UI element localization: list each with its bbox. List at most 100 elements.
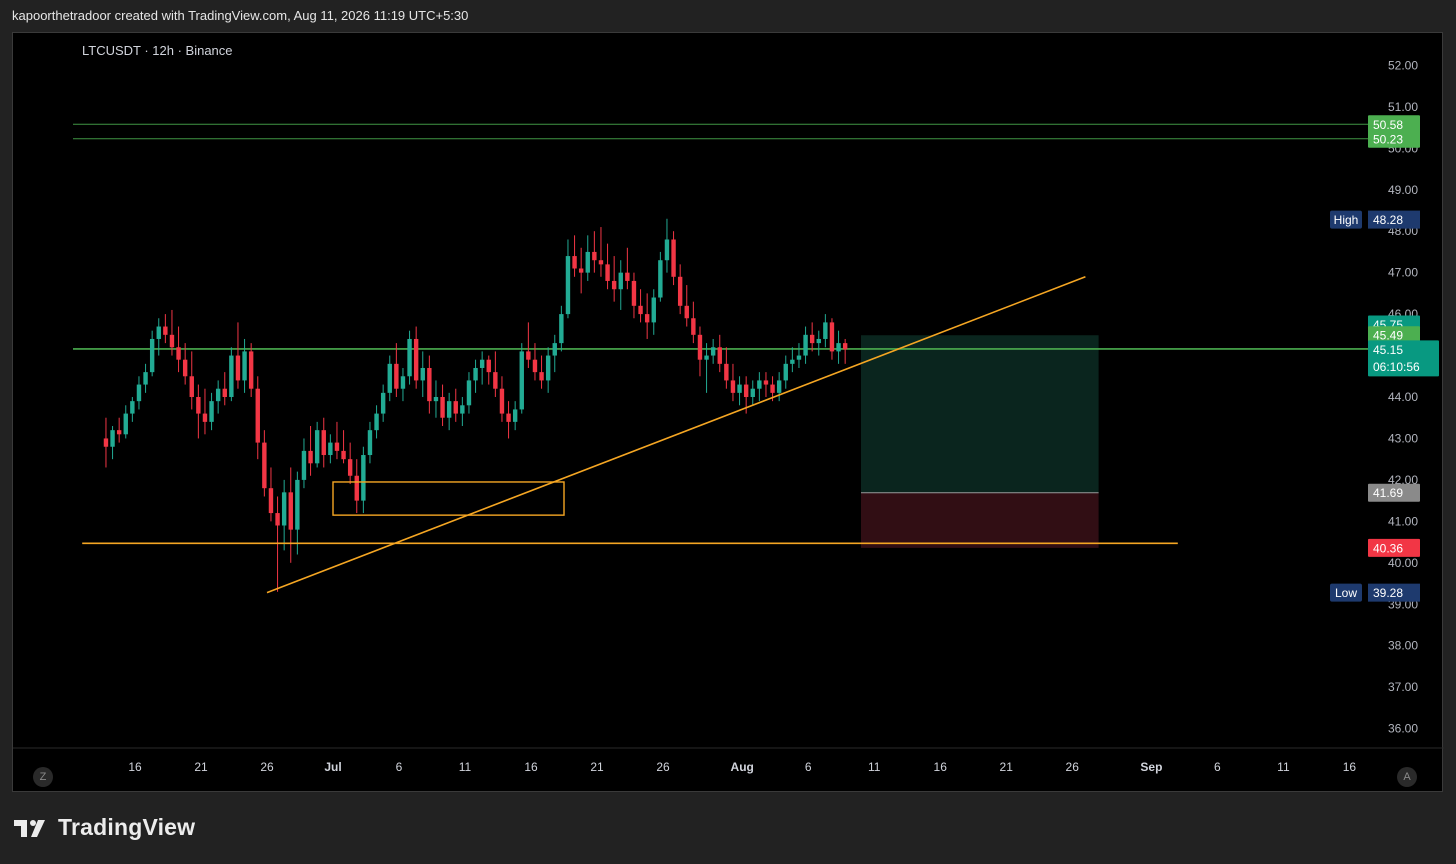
y-tick-label-14: 38.00	[1388, 639, 1418, 653]
y-tick-label-1: 51.00	[1388, 100, 1418, 114]
candle-body-86	[671, 239, 676, 277]
candle-body-34	[328, 442, 333, 456]
candle-body-0	[103, 438, 109, 447]
candle-body-71	[572, 256, 577, 269]
candle-body-20	[235, 355, 241, 381]
low-tag-label: Low	[1335, 586, 1357, 600]
candle-body-107	[809, 334, 815, 344]
candle-body-102	[776, 380, 782, 393]
x-tick-label-14: 26	[1066, 760, 1080, 774]
candle-body-58	[486, 359, 491, 373]
candle-body-90	[697, 334, 703, 360]
candle-body-6	[143, 372, 148, 385]
candle-body-55	[466, 380, 472, 406]
x-tick-label-13: 21	[1000, 760, 1014, 774]
candle-body-28	[288, 492, 293, 530]
candle-body-92	[710, 347, 716, 356]
candle-body-97	[743, 384, 749, 397]
candle-body-79	[625, 272, 630, 281]
x-tick-label-17: 11	[1277, 760, 1290, 774]
x-tick-label-2: 26	[260, 760, 274, 774]
candle-body-87	[677, 276, 683, 306]
price-chart[interactable]: LTCUSDT · 12h · Binance52.0051.0050.0049…	[13, 33, 1444, 793]
y-tick-label-9: 43.00	[1388, 431, 1418, 445]
candle-body-35	[334, 442, 340, 451]
position-loss-zone	[861, 492, 1099, 548]
candle-body-77	[611, 280, 617, 290]
x-tick-label-9: Aug	[731, 760, 754, 774]
candle-body-57	[479, 359, 485, 368]
price-label-0: 50.58	[1373, 118, 1403, 132]
candle-body-80	[631, 280, 637, 306]
candle-body-84	[658, 260, 663, 298]
x-tick-label-7: 21	[590, 760, 604, 774]
price-label-6: 41.69	[1373, 486, 1403, 500]
candle-body-39	[361, 455, 366, 501]
candle-body-3	[123, 413, 128, 435]
candle-body-45	[400, 376, 406, 389]
candle-body-110	[829, 322, 835, 352]
price-label-1: 50.23	[1373, 132, 1403, 146]
x-tick-label-3: Jul	[324, 760, 341, 774]
candle-body-94	[724, 363, 729, 381]
candle-body-67	[545, 355, 551, 381]
price-label-7: 40.36	[1373, 541, 1403, 555]
candle-body-49	[427, 367, 432, 402]
candle-body-81	[638, 305, 643, 315]
high-tag-label: High	[1334, 213, 1359, 227]
tradingview-brand: TradingView	[58, 814, 196, 840]
candle-body-40	[367, 430, 373, 456]
candle-body-8	[156, 326, 161, 339]
demand-zone-box	[332, 481, 565, 516]
candle-body-33	[321, 430, 326, 456]
candle-body-13	[189, 376, 194, 397]
candle-body-72	[578, 268, 584, 273]
candle-body-51	[440, 397, 445, 418]
chart-attribution: kapoorthetradoor created with TradingVie…	[12, 8, 469, 23]
candle-body-60	[499, 388, 505, 414]
y-tick-label-0: 52.00	[1388, 58, 1418, 72]
candle-body-38	[354, 475, 359, 501]
candle-body-27	[281, 492, 287, 526]
candle-body-75	[598, 260, 604, 265]
candle-body-10	[169, 334, 175, 348]
position-profit-zone	[861, 335, 1099, 493]
low-value-label: 39.28	[1373, 586, 1403, 600]
candle-body-25	[268, 488, 274, 514]
chart-panel[interactable]: LTCUSDT · 12h · Binance 52.00 51.00 50.00 49…	[12, 32, 1444, 793]
candle-body-46	[407, 338, 412, 377]
candle-body-2	[116, 430, 122, 435]
candle-body-43	[387, 363, 392, 393]
auto-scale-a-button[interactable]: A	[1397, 767, 1417, 787]
y-tick-label-8: 44.00	[1388, 390, 1418, 404]
tradingview-logo: TradingView	[14, 814, 195, 841]
candle-body-5	[136, 384, 142, 402]
chart-title: LTCUSDT · 12h · Binance	[82, 43, 233, 58]
candle-body-100	[763, 380, 769, 385]
candle-body-96	[737, 384, 742, 393]
candle-body-30	[301, 450, 307, 480]
candle-body-29	[295, 479, 300, 530]
candle-body-18	[222, 388, 227, 397]
candle-body-78	[618, 272, 623, 290]
candle-body-66	[539, 372, 544, 381]
candle-body-70	[565, 256, 571, 315]
candle-body-68	[552, 343, 557, 356]
x-tick-label-8: 26	[656, 760, 670, 774]
candle-body-36	[341, 450, 346, 460]
candle-body-106	[803, 334, 808, 356]
candle-body-21	[242, 351, 247, 381]
auto-scale-z-button[interactable]: Z	[33, 767, 53, 787]
candle-body-61	[506, 413, 511, 422]
candle-body-26	[275, 513, 280, 526]
candle-body-65	[532, 359, 538, 373]
candle-body-111	[836, 343, 841, 352]
tradingview-logo-icon	[14, 819, 45, 837]
candle-body-17	[215, 388, 221, 402]
y-tick-label-12: 40.00	[1388, 556, 1418, 570]
candle-body-24	[262, 442, 267, 489]
candle-body-41	[374, 413, 379, 431]
candle-body-53	[453, 401, 458, 414]
candle-body-56	[473, 367, 478, 381]
candle-body-112	[842, 343, 848, 350]
